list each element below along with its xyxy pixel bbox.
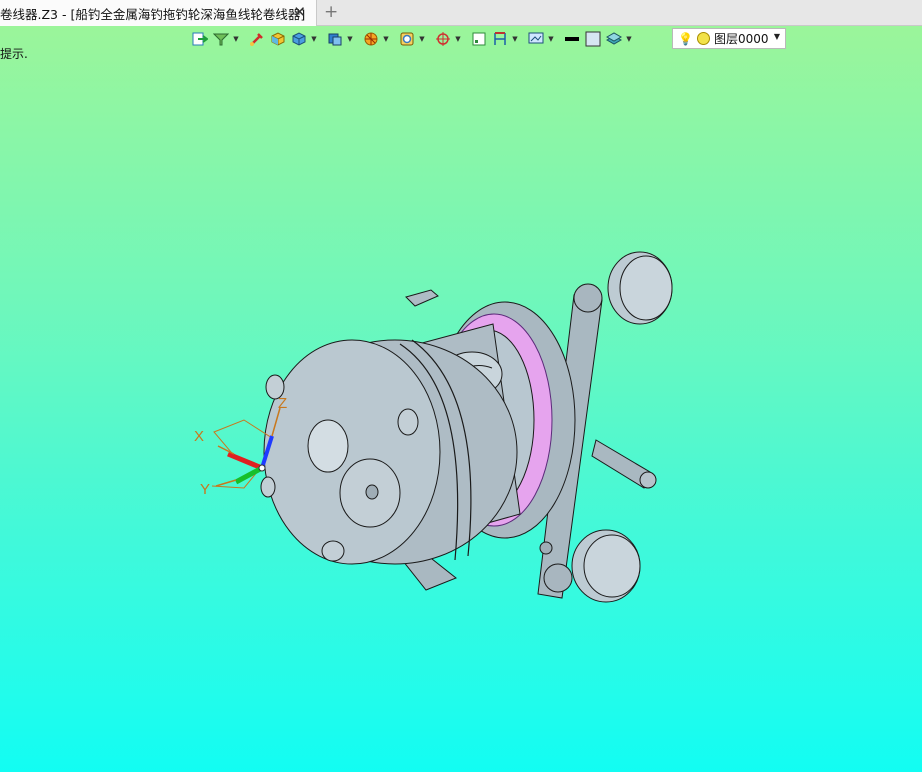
axis-y-label: Y [200,481,210,498]
axis-z-label: Z [278,395,287,412]
fishing-reel[interactable] [260,251,673,603]
reel-model[interactable]: X Y Z [0,0,922,772]
zw3d-window: 卷线器.Z3 - [船钓全金属海钓拖钓轮深海鱼线轮卷线器] ✕ + ▼ ▼ ▼ … [0,0,922,772]
axis-x-label: X [194,428,204,445]
